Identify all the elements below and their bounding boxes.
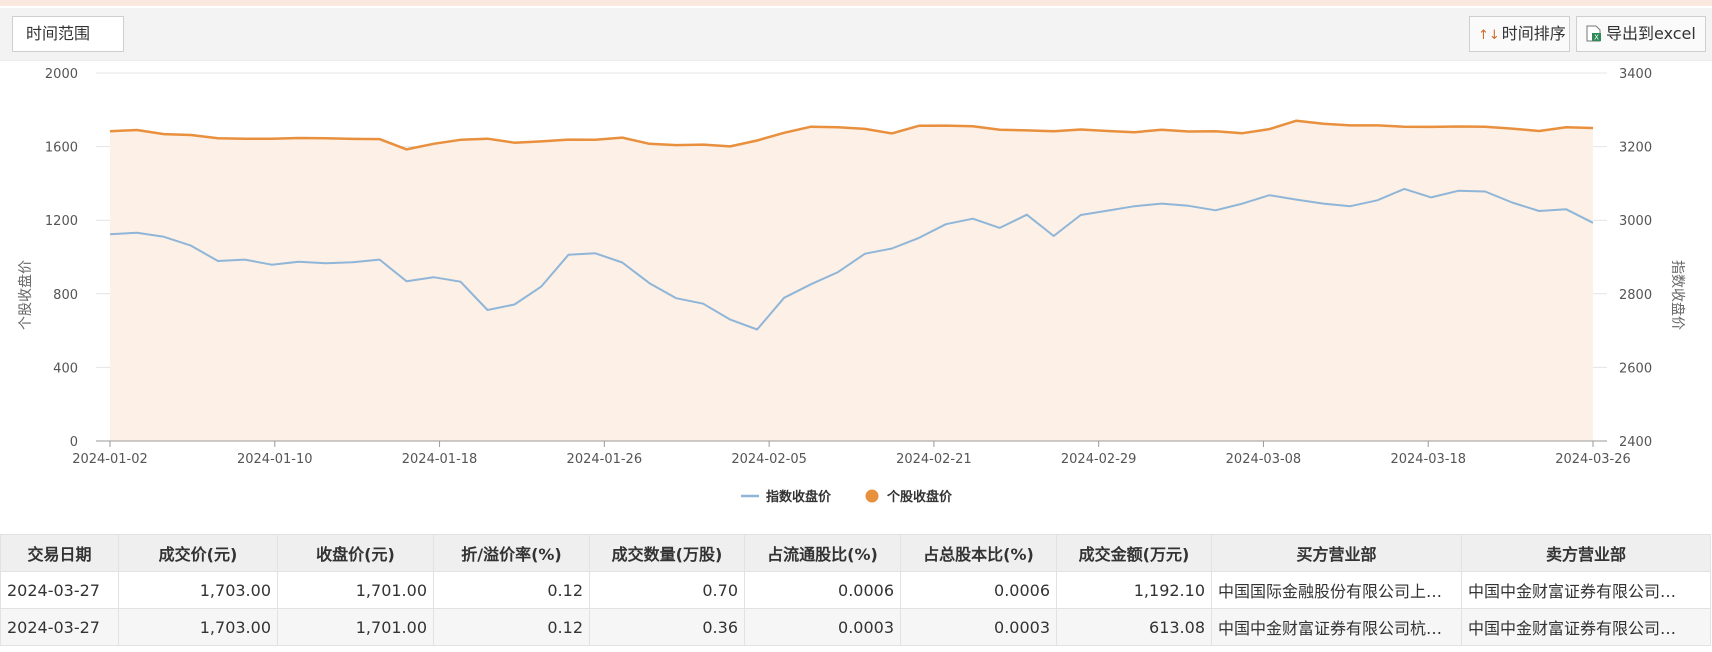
excel-file-icon: X [1586, 25, 1601, 42]
block-trade-table: 交易日期 成交价(元) 收盘价(元) 折/溢价率(%) 成交数量(万股) 占流通股比(%)… [0, 534, 1711, 646]
left-tick-label: 0 [70, 435, 78, 450]
right-tick-label: 2600 [1619, 361, 1652, 376]
column-header[interactable]: 折/溢价率(%) [433, 534, 590, 572]
table-cell: 1,703.00 [118, 571, 278, 609]
x-tick-label: 2024-03-26 [1555, 452, 1631, 467]
x-tick-label: 2024-02-05 [731, 452, 807, 467]
legend-index-label: 指数收盘价 [766, 489, 832, 505]
column-header[interactable]: 收盘价(元) [277, 534, 434, 572]
x-tick-label: 2024-01-10 [237, 452, 313, 467]
table-cell: 613.08 [1056, 608, 1212, 646]
table-cell: 0.0003 [744, 608, 901, 646]
table-row: 2024-03-27 1,703.00 1,701.00 0.12 0.36 0.0003… [0, 608, 1711, 646]
table-cell: 0.12 [433, 608, 590, 646]
x-tick-label: 2024-03-18 [1390, 452, 1466, 467]
table-cell: 0.12 [433, 571, 590, 609]
time-range-button[interactable]: 时间范围 [12, 16, 124, 52]
right-tick-label: 3200 [1619, 141, 1652, 156]
right-tick-label: 3000 [1619, 214, 1652, 229]
left-tick-label: 2000 [45, 67, 78, 82]
x-tick-label: 2024-01-26 [567, 452, 643, 467]
left-tick-label: 1600 [45, 141, 78, 156]
table-row: 2024-03-27 1,703.00 1,701.00 0.12 0.70 0.0006… [0, 571, 1711, 609]
table-cell: 0.0006 [744, 571, 901, 609]
table-cell: 0.0003 [900, 608, 1057, 646]
x-tick-label: 2024-02-21 [896, 452, 972, 467]
legend-item-index[interactable]: 指数收盘价 [741, 489, 832, 505]
right-tick-label: 2800 [1619, 288, 1652, 303]
legend-stock-dot-icon [865, 489, 879, 503]
table-cell: 中国中金财富证券有限公司… [1461, 571, 1711, 609]
x-tick-label: 2024-01-02 [72, 452, 148, 467]
export-excel-button[interactable]: X 导出到excel [1576, 16, 1706, 52]
legend-item-stock[interactable]: 个股收盘价 [865, 489, 954, 505]
table-cell: 中国国际金融股份有限公司上… [1211, 571, 1462, 609]
right-axis-title: 指数收盘价 [1669, 260, 1686, 330]
column-header[interactable]: 占流通股比(%) [744, 534, 901, 572]
table-header-row: 交易日期 成交价(元) 收盘价(元) 折/溢价率(%) 成交数量(万股) 占流通股比(%)… [0, 534, 1711, 572]
x-tick-label: 2024-02-29 [1061, 452, 1137, 467]
table-body: 2024-03-27 1,703.00 1,701.00 0.12 0.70 0.0006… [0, 571, 1711, 646]
left-axis-title: 个股收盘价 [17, 260, 34, 330]
sort-arrows-icon: ↑↓ [1478, 28, 1500, 43]
table-cell: 0.0006 [900, 571, 1057, 609]
table-cell: 0.70 [589, 571, 745, 609]
legend: 指数收盘价 个股收盘价 [741, 489, 953, 505]
left-tick-label: 400 [53, 361, 78, 376]
table-cell: 2024-03-27 [0, 571, 119, 609]
column-header[interactable]: 卖方营业部 [1461, 534, 1711, 572]
export-excel-label: 导出到excel [1606, 24, 1696, 43]
right-tick-label: 3400 [1619, 67, 1652, 82]
area-layer [110, 120, 1593, 441]
toolbar: 时间范围 ↑↓ 时间排序 X 导出到excel [0, 8, 1712, 61]
column-header[interactable]: 占总股本比(%) [900, 534, 1057, 572]
table-cell: 0.36 [589, 608, 745, 646]
table-cell: 1,703.00 [118, 608, 278, 646]
column-header[interactable]: 交易日期 [0, 534, 119, 572]
column-header[interactable]: 成交价(元) [118, 534, 278, 572]
price-line-chart: 0 400 800 1200 1600 2000 2400 2600 2800 3000 3200 3… [17, 67, 1686, 505]
left-tick-label: 1200 [45, 214, 78, 229]
column-header[interactable]: 买方营业部 [1211, 534, 1462, 572]
x-tick-label: 2024-01-18 [402, 452, 478, 467]
right-tick-label: 2400 [1619, 435, 1652, 450]
table-cell: 1,701.00 [277, 608, 434, 646]
table-cell: 中国中金财富证券有限公司… [1461, 608, 1711, 646]
table-cell: 1,192.10 [1056, 571, 1212, 609]
table-cell: 中国中金财富证券有限公司杭… [1211, 608, 1462, 646]
time-sort-button[interactable]: ↑↓ 时间排序 [1469, 16, 1570, 52]
top-accent-bar [0, 0, 1712, 6]
svg-text:X: X [1594, 34, 1599, 42]
legend-stock-label: 个股收盘价 [886, 489, 953, 505]
left-tick-label: 800 [53, 288, 78, 303]
column-header[interactable]: 成交金额(万元) [1056, 534, 1212, 572]
stock-area-fill [110, 120, 1593, 441]
block-trade-table-wrapper: 交易日期 成交价(元) 收盘价(元) 折/溢价率(%) 成交数量(万股) 占流通股比(%)… [0, 534, 1712, 646]
column-header[interactable]: 成交数量(万股) [589, 534, 745, 572]
time-sort-label: 时间排序 [1501, 24, 1566, 43]
table-cell: 1,701.00 [277, 571, 434, 609]
x-tick-label: 2024-03-08 [1226, 452, 1302, 467]
table-cell: 2024-03-27 [0, 608, 119, 646]
